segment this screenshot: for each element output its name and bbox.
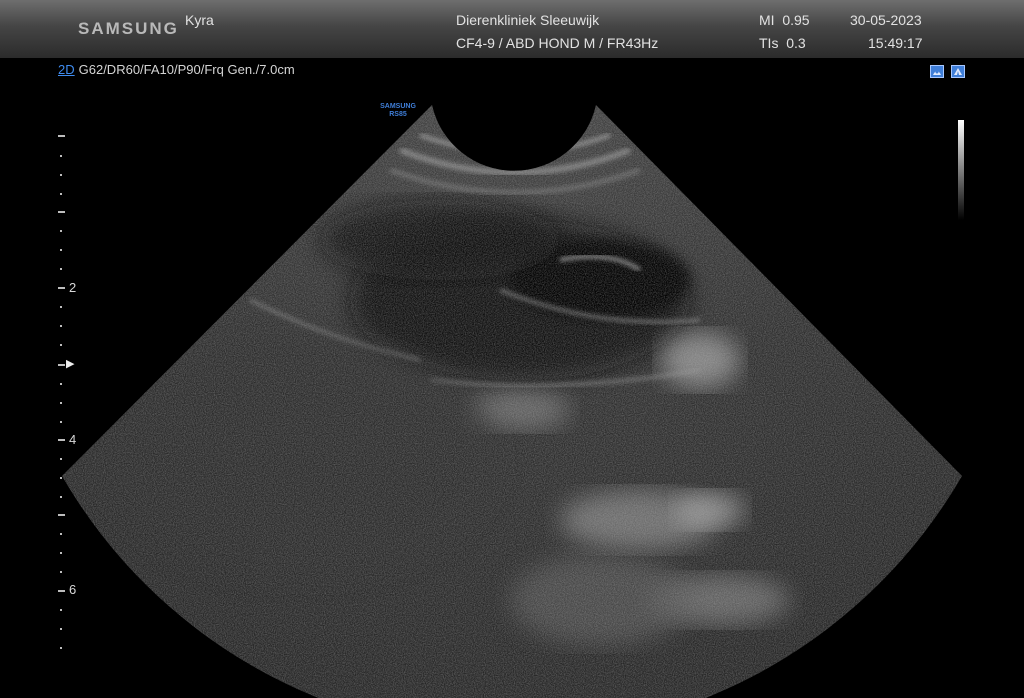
depth-label-2: 2 — [69, 280, 77, 295]
probe-brand: SAMSUNG — [380, 103, 416, 110]
focus-marker-icon[interactable]: ▶ — [66, 357, 74, 370]
depth-scale — [58, 135, 65, 649]
depth-tick — [58, 135, 65, 137]
probe-label: SAMSUNG RS85 — [370, 103, 426, 119]
depth-label-6: 6 — [69, 582, 77, 597]
grayscale-bar — [958, 120, 964, 220]
probe-model: RS85 — [389, 111, 407, 118]
depth-label-4: 4 — [69, 432, 77, 447]
ultrasound-image — [62, 105, 962, 698]
sector-scan — [62, 105, 962, 698]
